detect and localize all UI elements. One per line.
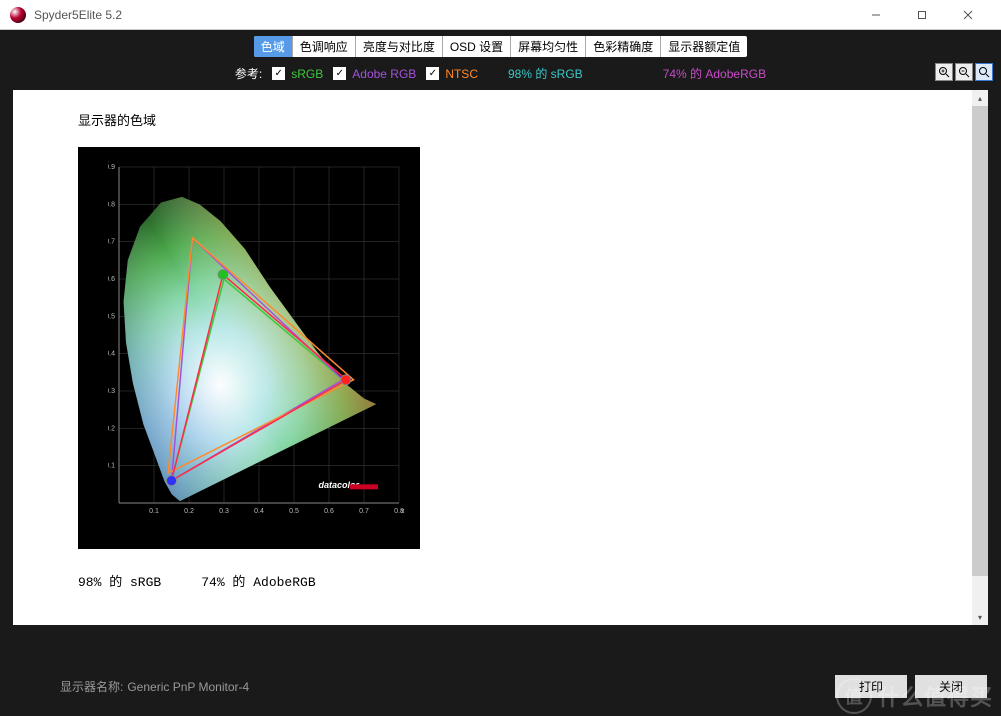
window-title: Spyder5Elite 5.2 bbox=[34, 8, 853, 22]
footer: 显示器名称: Generic PnP Monitor-4 打印 关闭 bbox=[60, 675, 987, 698]
ref-argb-label: Adobe RGB bbox=[352, 67, 416, 81]
checkbox-icon: ✓ bbox=[272, 67, 285, 80]
chart-svg: 0.1 0.2 0.3 0.4 0.5 0.6 0.7 0.8 0.1 0.2 0.3 0.4 0.5 0… bbox=[108, 157, 410, 523]
app-body: 色域色调响应亮度与对比度OSD 设置屏幕均匀性色彩精确度显示器额定值 参考: ✓… bbox=[0, 30, 1001, 716]
svg-text:0.8: 0.8 bbox=[108, 201, 115, 208]
svg-text:0.3: 0.3 bbox=[219, 508, 229, 515]
ref-adobergb[interactable]: ✓ Adobe RGB bbox=[333, 67, 416, 81]
svg-text:x: x bbox=[401, 508, 405, 515]
tab-4[interactable]: 屏幕均匀性 bbox=[511, 36, 586, 57]
monitor-name-value: Generic PnP Monitor-4 bbox=[127, 680, 249, 694]
ref-ntsc[interactable]: ✓ NTSC bbox=[426, 67, 478, 81]
tab-3[interactable]: OSD 设置 bbox=[443, 36, 511, 57]
svg-text:0.2: 0.2 bbox=[108, 425, 115, 432]
svg-text:0.1: 0.1 bbox=[108, 463, 115, 470]
below-srgb: 98% 的 sRGB bbox=[78, 571, 161, 590]
checkbox-icon: ✓ bbox=[426, 67, 439, 80]
print-button[interactable]: 打印 bbox=[835, 675, 907, 698]
checkbox-icon: ✓ bbox=[333, 67, 346, 80]
svg-text:0.6: 0.6 bbox=[324, 508, 334, 515]
close-action-button[interactable]: 关闭 bbox=[915, 675, 987, 698]
scroll-up-icon[interactable]: ▴ bbox=[972, 90, 988, 106]
ref-ntsc-label: NTSC bbox=[445, 67, 478, 81]
svg-text:0.6: 0.6 bbox=[108, 276, 115, 283]
svg-text:0.5: 0.5 bbox=[108, 313, 115, 320]
gamut-chart: 0.1 0.2 0.3 0.4 0.5 0.6 0.7 0.8 0.1 0.2 0.3 0.4 0.5 0… bbox=[78, 147, 420, 549]
minimize-button[interactable] bbox=[853, 0, 899, 30]
svg-text:0.2: 0.2 bbox=[184, 508, 194, 515]
zoom-fit-button[interactable] bbox=[975, 63, 993, 81]
svg-text:0.7: 0.7 bbox=[108, 239, 115, 246]
ref-srgb[interactable]: ✓ sRGB bbox=[272, 67, 323, 81]
svg-text:0.3: 0.3 bbox=[108, 388, 115, 395]
svg-text:0.4: 0.4 bbox=[254, 508, 264, 515]
tabs: 色域色调响应亮度与对比度OSD 设置屏幕均匀性色彩精确度显示器额定值 bbox=[254, 36, 747, 57]
zoom-in-button[interactable] bbox=[935, 63, 953, 81]
tab-2[interactable]: 亮度与对比度 bbox=[356, 36, 443, 57]
below-argb: 74% 的 AdobeRGB bbox=[201, 571, 315, 590]
svg-text:0.9: 0.9 bbox=[108, 164, 115, 171]
tab-5[interactable]: 色彩精确度 bbox=[586, 36, 661, 57]
stat-srgb: 98% 的 sRGB bbox=[508, 65, 583, 82]
reference-label: 参考: bbox=[235, 65, 262, 82]
maximize-button[interactable] bbox=[899, 0, 945, 30]
scrollbar[interactable]: ▴ ▾ bbox=[972, 90, 988, 625]
stat-adobergb: 74% 的 AdobeRGB bbox=[663, 65, 766, 82]
tab-1[interactable]: 色调响应 bbox=[293, 36, 356, 57]
scrollbar-thumb[interactable] bbox=[972, 106, 988, 576]
reference-row: 参考: ✓ sRGB ✓ Adobe RGB ✓ NTSC 98% 的 sRGB… bbox=[8, 65, 993, 82]
monitor-name-label: 显示器名称: bbox=[60, 678, 123, 695]
tabs-row: 色域色调响应亮度与对比度OSD 设置屏幕均匀性色彩精确度显示器额定值 bbox=[8, 36, 993, 57]
zoom-out-button[interactable] bbox=[955, 63, 973, 81]
window-controls bbox=[853, 0, 991, 30]
svg-text:0.1: 0.1 bbox=[149, 508, 159, 515]
content-pane: 显示器的色域 0.1 0.2 0.3 0.4 0.5 0.6 0.7 0.8 0.1 0.2 0.3… bbox=[13, 90, 988, 625]
app-icon bbox=[10, 7, 26, 23]
tab-0[interactable]: 色域 bbox=[254, 36, 293, 57]
pane-title: 显示器的色域 bbox=[78, 110, 968, 129]
tab-6[interactable]: 显示器额定值 bbox=[661, 36, 747, 57]
titlebar: Spyder5Elite 5.2 bbox=[0, 0, 1001, 30]
below-stats: 98% 的 sRGB 74% 的 AdobeRGB bbox=[78, 571, 968, 590]
svg-text:0.4: 0.4 bbox=[108, 351, 115, 358]
close-button[interactable] bbox=[945, 0, 991, 30]
scroll-down-icon[interactable]: ▾ bbox=[972, 609, 988, 625]
ref-srgb-label: sRGB bbox=[291, 67, 323, 81]
svg-text:0.7: 0.7 bbox=[359, 508, 369, 515]
zoom-controls bbox=[935, 63, 993, 81]
svg-text:0.5: 0.5 bbox=[289, 508, 299, 515]
